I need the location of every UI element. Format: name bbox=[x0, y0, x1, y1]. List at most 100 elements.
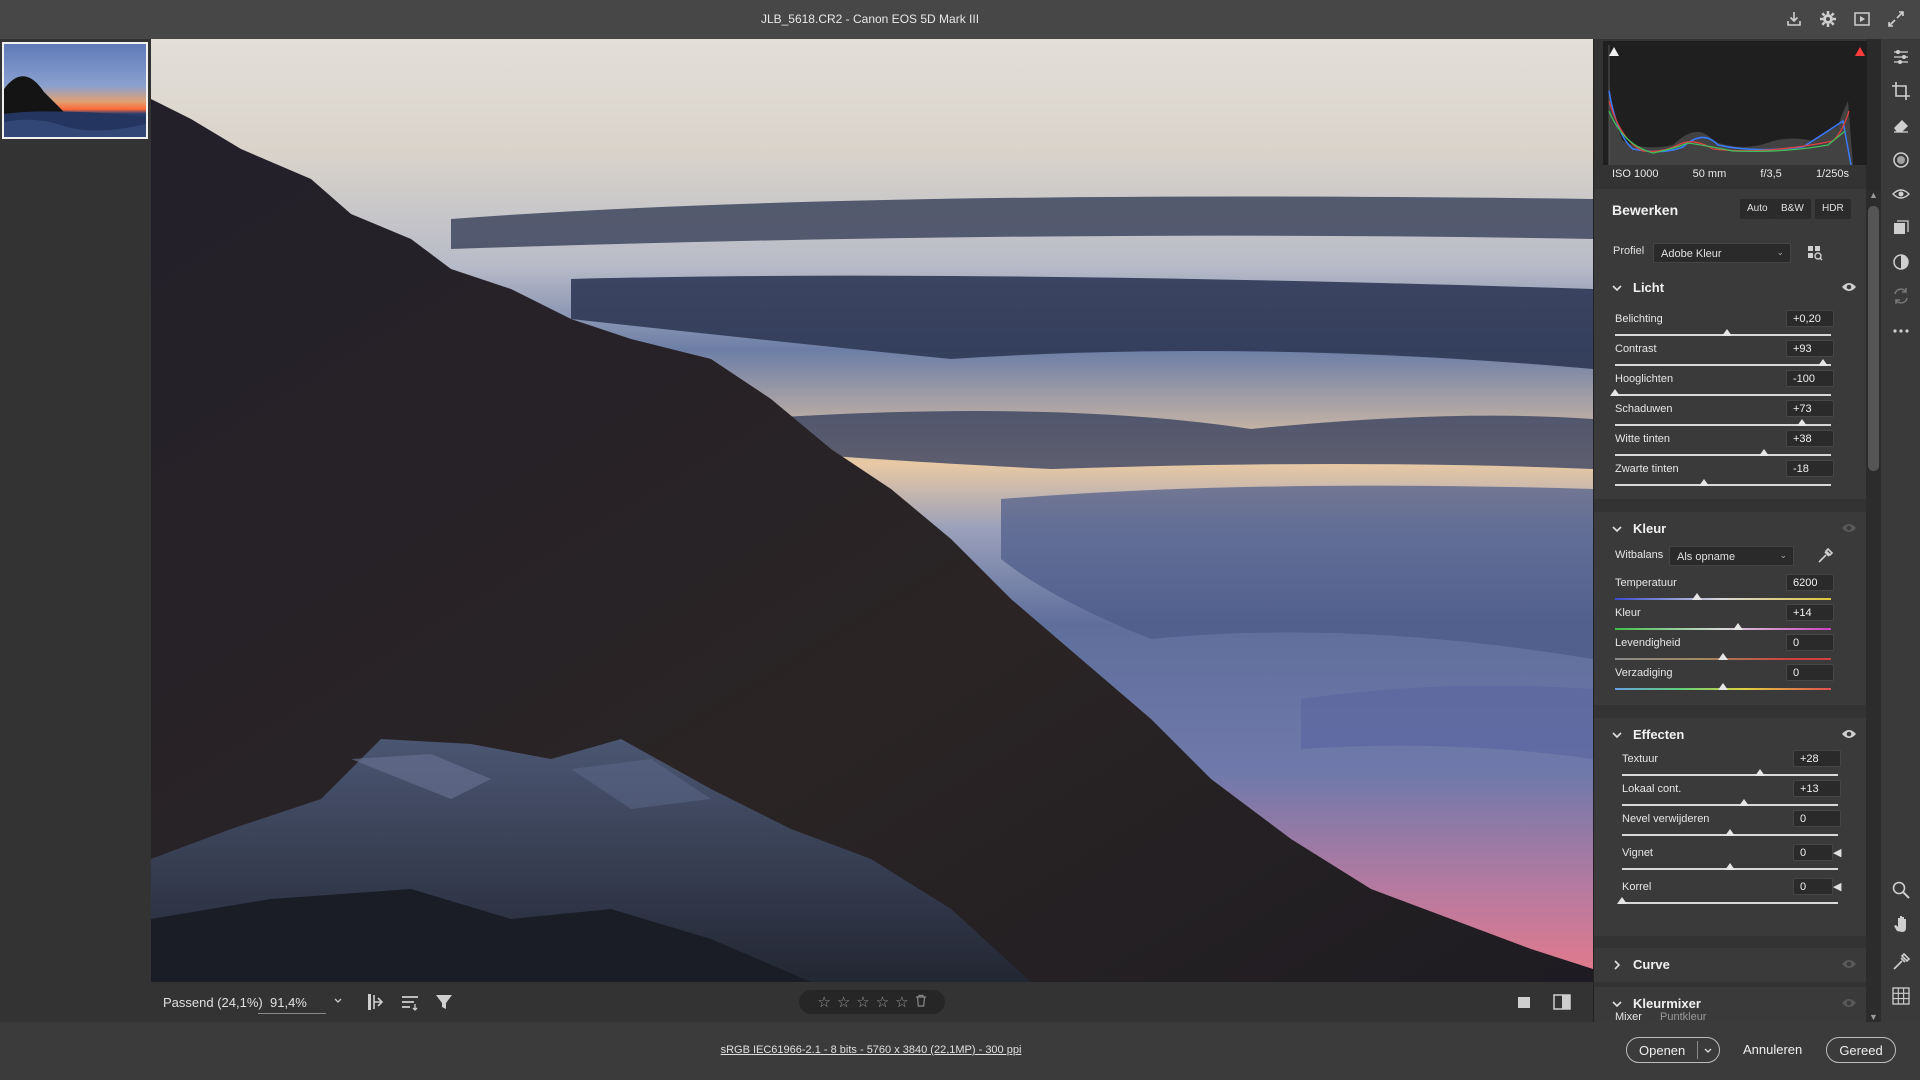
star-icon[interactable]: ☆ bbox=[895, 995, 908, 1010]
more-icon[interactable] bbox=[1890, 320, 1912, 342]
slider-value-field[interactable]: 0 bbox=[1793, 844, 1833, 861]
sort-icon[interactable] bbox=[399, 991, 421, 1013]
hand-icon[interactable] bbox=[1890, 913, 1912, 935]
slider-color-3[interactable]: Verzadiging 0 bbox=[1594, 664, 1866, 694]
slider-value-field[interactable]: +73 bbox=[1786, 400, 1834, 417]
slider-value-field[interactable]: +38 bbox=[1786, 430, 1834, 447]
slider-light-5[interactable]: Zwarte tinten -18 bbox=[1594, 460, 1866, 490]
slider-light-3[interactable]: Schaduwen +73 bbox=[1594, 400, 1866, 430]
triangle-left-icon[interactable]: ◀ bbox=[1833, 846, 1841, 859]
triangle-left-icon[interactable]: ◀ bbox=[1833, 880, 1841, 893]
slider-handle[interactable] bbox=[1692, 593, 1703, 600]
profile-select[interactable]: Adobe Kleur ⌄ bbox=[1653, 243, 1791, 263]
tab-mixer[interactable]: Mixer bbox=[1615, 1011, 1642, 1023]
slider-track[interactable] bbox=[1622, 774, 1838, 776]
zoom-value-field[interactable]: 91,4% bbox=[258, 988, 326, 1014]
slider-handle[interactable] bbox=[1796, 419, 1807, 426]
shadow-clipping-icon[interactable] bbox=[1607, 45, 1621, 59]
slider-value-field[interactable]: +0,20 bbox=[1786, 310, 1834, 327]
trash-icon[interactable] bbox=[915, 994, 927, 1010]
star-icon[interactable]: ☆ bbox=[856, 995, 869, 1010]
workflow-options-link[interactable]: sRGB IEC61966-2.1 - 8 bits - 5760 x 3840… bbox=[0, 1044, 1742, 1056]
grid-icon[interactable] bbox=[1890, 985, 1912, 1007]
slider-handle[interactable] bbox=[1610, 389, 1620, 396]
zoom-fit-button[interactable]: Passend (24,1%) bbox=[163, 995, 263, 1010]
gear-icon[interactable] bbox=[1818, 9, 1838, 29]
slider-value-field[interactable]: 0 bbox=[1793, 878, 1833, 895]
curve-section-header[interactable]: Curve bbox=[1594, 948, 1866, 982]
done-button[interactable]: Gereed bbox=[1826, 1037, 1896, 1063]
compare-view-icon[interactable] bbox=[1551, 991, 1573, 1013]
sync-icon[interactable] bbox=[1890, 285, 1912, 307]
slider-effects-4[interactable]: Korrel 0 ◀ bbox=[1594, 878, 1866, 908]
tab-point-color[interactable]: Puntkleur bbox=[1660, 1011, 1706, 1023]
zoom-icon[interactable] bbox=[1890, 879, 1912, 901]
eye-icon[interactable] bbox=[1841, 997, 1857, 1012]
crop-icon[interactable] bbox=[1890, 80, 1912, 102]
slider-effects-0[interactable]: Textuur +28 bbox=[1594, 750, 1866, 780]
slider-handle[interactable] bbox=[1718, 683, 1728, 690]
slider-effects-1[interactable]: Lokaal cont. +13 bbox=[1594, 780, 1866, 810]
slider-color-1[interactable]: Kleur +14 bbox=[1594, 604, 1866, 634]
filmstrip-thumbnail[interactable] bbox=[2, 42, 148, 139]
edit-sliders-icon[interactable] bbox=[1890, 46, 1912, 68]
slider-light-4[interactable]: Witte tinten +38 bbox=[1594, 430, 1866, 460]
profile-browser-icon[interactable] bbox=[1806, 244, 1824, 265]
single-view-icon[interactable] bbox=[1513, 991, 1535, 1013]
filter-icon[interactable] bbox=[433, 991, 455, 1013]
star-rating[interactable]: ☆ ☆ ☆ ☆ ☆ bbox=[799, 990, 945, 1014]
slider-handle[interactable] bbox=[1718, 653, 1728, 660]
slider-handle[interactable] bbox=[1755, 769, 1766, 776]
image-preview[interactable] bbox=[151, 39, 1593, 982]
bw-button[interactable]: B&W bbox=[1774, 199, 1811, 219]
slider-track[interactable] bbox=[1615, 394, 1831, 396]
light-section-header[interactable]: Licht bbox=[1594, 271, 1866, 305]
filmstrip-toggle-icon[interactable] bbox=[365, 991, 387, 1013]
snapshot-icon[interactable] bbox=[1890, 251, 1912, 273]
slider-value-field[interactable]: +13 bbox=[1793, 780, 1841, 797]
slider-value-field[interactable]: -18 bbox=[1786, 460, 1834, 477]
slider-value-field[interactable]: 0 bbox=[1786, 664, 1834, 681]
slider-track[interactable] bbox=[1615, 364, 1831, 366]
slider-light-2[interactable]: Hooglichten -100 bbox=[1594, 370, 1866, 400]
cancel-button[interactable]: Annuleren bbox=[1743, 1042, 1802, 1057]
slider-value-field[interactable]: +28 bbox=[1793, 750, 1841, 767]
star-icon[interactable]: ☆ bbox=[817, 995, 830, 1010]
slider-handle[interactable] bbox=[1698, 479, 1709, 486]
chevron-down-icon[interactable] bbox=[1703, 1044, 1713, 1059]
slider-track[interactable] bbox=[1615, 628, 1831, 630]
slider-handle[interactable] bbox=[1725, 863, 1735, 870]
open-button[interactable]: Openen bbox=[1626, 1037, 1720, 1063]
scroll-up-icon[interactable]: ▲ bbox=[1869, 190, 1878, 200]
slider-handle[interactable] bbox=[1725, 829, 1735, 836]
highlight-clipping-icon[interactable] bbox=[1853, 45, 1867, 59]
slider-handle[interactable] bbox=[1733, 623, 1744, 630]
star-icon[interactable]: ☆ bbox=[837, 995, 850, 1010]
slider-track[interactable] bbox=[1622, 804, 1838, 806]
slider-track[interactable] bbox=[1615, 454, 1831, 456]
color-sampler-icon[interactable] bbox=[1890, 951, 1912, 973]
fullscreen-icon[interactable] bbox=[1852, 9, 1872, 29]
slider-value-field[interactable]: 0 bbox=[1786, 634, 1834, 651]
slider-handle[interactable] bbox=[1722, 329, 1733, 336]
slider-color-2[interactable]: Levendigheid 0 bbox=[1594, 634, 1866, 664]
slider-value-field[interactable]: 0 bbox=[1793, 810, 1841, 827]
slider-handle[interactable] bbox=[1759, 449, 1770, 456]
slider-light-0[interactable]: Belichting +0,20 bbox=[1594, 310, 1866, 340]
eraser-icon[interactable] bbox=[1890, 114, 1912, 136]
eyedropper-icon[interactable] bbox=[1816, 547, 1834, 568]
auto-button[interactable]: Auto bbox=[1740, 199, 1775, 219]
eye-icon[interactable] bbox=[1841, 728, 1857, 743]
slider-color-0[interactable]: Temperatuur 6200 bbox=[1594, 574, 1866, 604]
slider-track[interactable] bbox=[1615, 598, 1831, 600]
star-icon[interactable]: ☆ bbox=[876, 995, 889, 1010]
eye-icon[interactable] bbox=[1841, 958, 1857, 973]
zoom-dropdown-icon[interactable] bbox=[333, 995, 343, 1009]
hdr-button[interactable]: HDR bbox=[1815, 199, 1851, 219]
slider-light-1[interactable]: Contrast +93 bbox=[1594, 340, 1866, 370]
expand-icon[interactable] bbox=[1886, 9, 1906, 29]
slider-handle[interactable] bbox=[1818, 359, 1829, 366]
eye-icon[interactable] bbox=[1841, 281, 1857, 296]
scroll-down-icon[interactable]: ▼ bbox=[1869, 1012, 1878, 1022]
slider-track[interactable] bbox=[1622, 902, 1838, 904]
